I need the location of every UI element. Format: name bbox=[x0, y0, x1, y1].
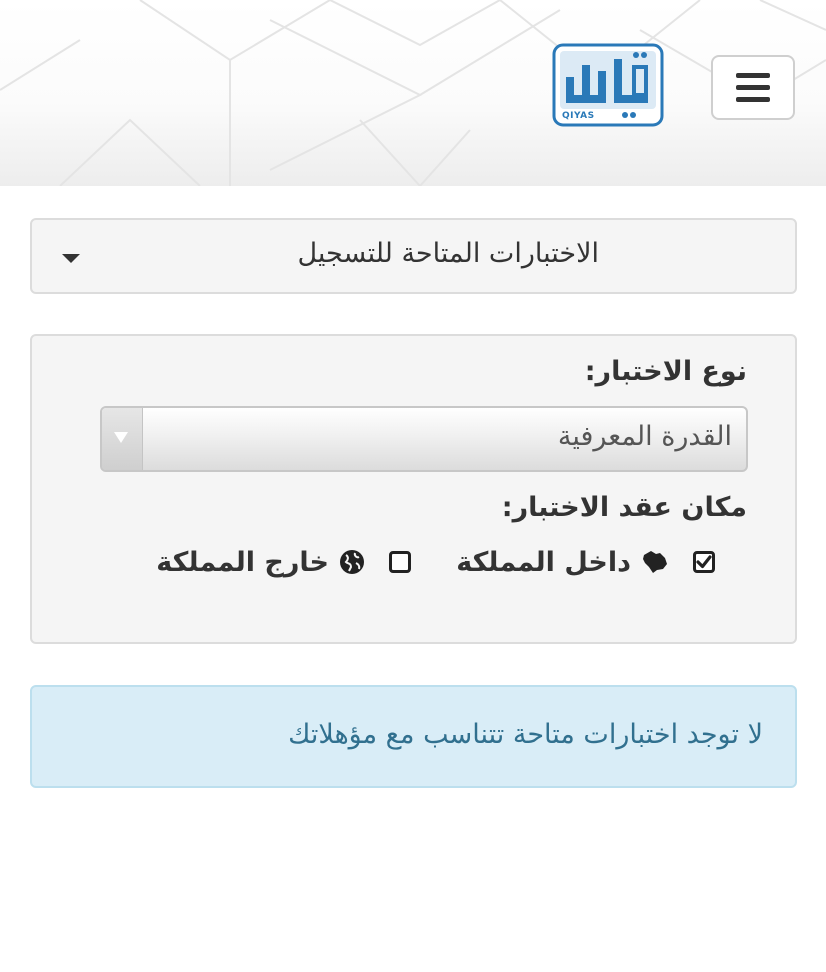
inside-kingdom-label: داخل المملكة bbox=[456, 546, 631, 578]
menu-icon-bar-1 bbox=[736, 73, 770, 78]
location-option-outside-kingdom[interactable]: خارج المملكة bbox=[156, 544, 411, 580]
caret-down-icon bbox=[62, 254, 80, 263]
header-background-pattern bbox=[0, 0, 826, 186]
select-arrow[interactable] bbox=[102, 408, 143, 470]
no-exams-message: لا توجد اختبارات متاحة تتناسب مع مؤهلاتك bbox=[288, 719, 763, 750]
logo-caption: QIYAS bbox=[562, 111, 595, 121]
hamburger-menu-button[interactable] bbox=[711, 55, 795, 120]
location-option-inside-kingdom[interactable]: داخل المملكة bbox=[456, 544, 715, 580]
checkmark-icon bbox=[696, 555, 712, 569]
saudi-map-icon bbox=[643, 551, 667, 573]
exam-type-select[interactable]: القدرة المعرفية bbox=[100, 406, 748, 472]
exam-type-selected-value: القدرة المعرفية bbox=[557, 421, 732, 452]
globe-icon bbox=[340, 550, 364, 574]
inside-kingdom-checkbox[interactable] bbox=[693, 551, 715, 573]
menu-icon-bar-3 bbox=[736, 97, 770, 102]
exam-type-label: نوع الاختبار: bbox=[584, 356, 747, 387]
outside-kingdom-label: خارج المملكة bbox=[156, 546, 329, 578]
available-exams-dropdown[interactable]: الاختبارات المتاحة للتسجيل bbox=[30, 218, 797, 294]
exam-filter-panel: نوع الاختبار: القدرة المعرفية مكان عقد ا… bbox=[30, 334, 797, 644]
exam-location-label: مكان عقد الاختبار: bbox=[501, 492, 747, 523]
available-exams-title: الاختبارات المتاحة للتسجيل bbox=[297, 238, 599, 269]
no-exams-alert: لا توجد اختبارات متاحة تتناسب مع مؤهلاتك bbox=[30, 685, 797, 788]
triangle-down-icon bbox=[114, 432, 128, 443]
outside-kingdom-checkbox[interactable] bbox=[389, 551, 411, 573]
menu-icon-bar-2 bbox=[736, 85, 770, 90]
site-header: QIYAS bbox=[0, 0, 826, 186]
